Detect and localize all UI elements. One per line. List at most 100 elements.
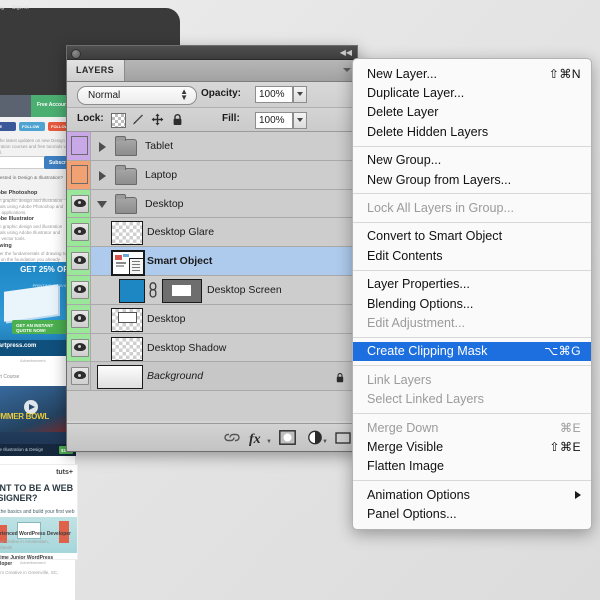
mask-link-icon[interactable] [149,282,157,298]
table-row[interactable]: Desktop Glare [67,218,357,247]
add-layer-mask-icon[interactable] [279,430,296,445]
smart-object-badge-icon [129,258,144,275]
menu-item-duplicate-layer[interactable]: Duplicate Layer... [353,83,591,102]
course-title-0[interactable]: Adobe Photoshop [0,190,37,196]
social-like-label: LIKE [0,124,2,129]
advertisement-course[interactable]: SUMMER BOWL Adobe Illustration & Design … [0,386,76,456]
menu-item-new-group[interactable]: New Group... [353,151,591,170]
fill-input[interactable]: 100% [255,112,293,129]
menu-item-merge-visible[interactable]: Merge Visible ⇧⌘E [353,437,591,456]
layer-thumbnail[interactable] [111,221,143,245]
eye-icon[interactable] [71,252,89,270]
layer-panel-context-menu[interactable]: New Layer... ⇧⌘N Duplicate Layer... Dele… [352,58,592,530]
menu-item-edit-contents[interactable]: Edit Contents [353,246,591,265]
menu-separator [353,193,591,194]
new-group-icon[interactable] [335,430,351,445]
close-dot-icon[interactable] [71,49,81,59]
menu-item-new-group-from-layers[interactable]: New Group from Layers... [353,170,591,189]
layer-thumbnail[interactable] [111,308,143,332]
lock-transparent-pixels-icon[interactable] [111,113,126,128]
eye-icon[interactable] [71,195,89,213]
table-row[interactable]: Tablet [67,132,357,161]
menu-item-delete-layer[interactable]: Delete Layer [353,103,591,122]
menu-item-blending-options[interactable]: Blending Options... [353,294,591,313]
layer-name: Desktop Shadow [147,342,226,354]
fill-label: Fill: [222,113,240,124]
visibility-cell[interactable] [67,218,91,246]
opacity-stepper[interactable] [293,86,307,103]
collapse-panel-icon[interactable]: ◀◀ [340,48,352,57]
visibility-cell[interactable] [67,334,91,362]
job-title-1[interactable]: Full-time Junior WordPress Developer [0,555,68,567]
layer-thumbnail[interactable] [111,250,145,276]
visibility-cell[interactable] [67,190,91,218]
table-row[interactable]: Background [67,362,357,391]
table-row[interactable]: Desktop Shadow [67,334,357,363]
eye-icon[interactable] [71,281,89,299]
layer-style-fx-icon[interactable]: fx ▼ [249,430,269,445]
visibility-cell[interactable] [67,132,91,160]
menu-item-label: Delete Hidden Layers [367,125,488,139]
nav-item-1[interactable]: Sign in [12,5,29,11]
ad2-footer-text: Adobe Illustration & Design [0,447,43,452]
menu-item-convert-to-smart-object[interactable]: Convert to Smart Object [353,227,591,246]
table-row[interactable]: Desktop Screen [67,276,357,305]
layer-thumbnail[interactable] [97,365,143,389]
layer-list[interactable]: Tablet Laptop Desktop Desktop Glare [67,132,357,421]
layer-name: Background [147,370,203,382]
lock-position-icon[interactable] [151,113,164,126]
eye-icon[interactable] [71,367,89,385]
social-like-button[interactable]: LIKE [0,122,16,131]
layer-mask-thumbnail[interactable] [162,279,202,303]
blend-mode-select[interactable]: Normal ▲▼ [77,86,197,105]
menu-item-flatten-image[interactable]: Flatten Image [353,457,591,476]
visibility-cell[interactable] [67,276,91,304]
lock-all-icon[interactable] [171,113,184,126]
ad1-cta-button[interactable]: GET AN INSTANT QUOTE NOW! [12,320,68,334]
fill-stepper[interactable] [293,112,307,129]
lock-image-pixels-icon[interactable] [131,113,144,126]
tab-layers[interactable]: LAYERS [67,60,125,81]
ad1-label: Advertisement [20,358,46,363]
social-follow-twitter-button[interactable]: FOLLOW [19,122,45,131]
menu-item-new-layer[interactable]: New Layer... ⇧⌘N [353,64,591,83]
chevron-right-icon[interactable] [99,171,106,181]
advertisement-printing[interactable]: GET 25% OFF PRINTING SERVICES GET AN INS… [0,262,76,356]
layer-thumbnail[interactable] [119,279,145,303]
course-title-1[interactable]: Adobe Illustrator [0,216,34,222]
panel-titlebar[interactable]: ◀◀ [67,46,357,60]
menu-item-create-clipping-mask[interactable]: Create Clipping Mask ⌥⌘G [353,342,591,361]
menu-separator [353,413,591,414]
course-title-2[interactable]: Drawing [0,243,12,249]
course-desc-1: Learn graphic design and illustration tu… [0,224,70,242]
visibility-cell[interactable] [67,247,91,275]
topics-heading: Interested in Design & Illustration? [0,176,63,181]
chevron-down-icon[interactable] [97,201,107,208]
adjustment-layer-icon[interactable]: ▼ [308,430,324,445]
menu-item-shortcut: ⇧⌘N [549,67,581,81]
menu-item-delete-hidden-layers[interactable]: Delete Hidden Layers [353,122,591,141]
eye-icon[interactable] [71,339,89,357]
table-row[interactable]: Desktop [67,305,357,334]
table-row[interactable]: Desktop [67,190,357,219]
visibility-cell[interactable] [67,161,91,189]
nav-item-0[interactable]: ing [0,5,4,11]
table-row[interactable]: Smart Object [67,247,357,276]
menu-item-layer-properties[interactable]: Layer Properties... [353,275,591,294]
link-layers-icon[interactable] [223,430,241,445]
menu-item-panel-options[interactable]: Panel Options... [353,504,591,523]
menu-item-animation-options[interactable]: Animation Options [353,485,591,504]
opacity-input[interactable]: 100% [255,86,293,103]
job-title-0[interactable]: Experienced WordPress Developer [0,531,71,537]
layer-thumbnail[interactable] [111,337,143,361]
eye-icon[interactable] [71,310,89,328]
table-row[interactable]: Laptop [67,161,357,190]
visibility-cell[interactable] [67,305,91,333]
chevron-right-icon[interactable] [99,142,106,152]
panel-menu-arrow-icon[interactable] [343,68,351,72]
eye-icon[interactable] [71,223,89,241]
newsletter-email-input[interactable] [0,156,45,169]
submenu-arrow-icon [575,491,581,499]
layers-panel[interactable]: ◀◀ LAYERS Normal ▲▼ Opacity: 100% Lock: … [66,45,358,452]
visibility-cell[interactable] [67,362,91,390]
